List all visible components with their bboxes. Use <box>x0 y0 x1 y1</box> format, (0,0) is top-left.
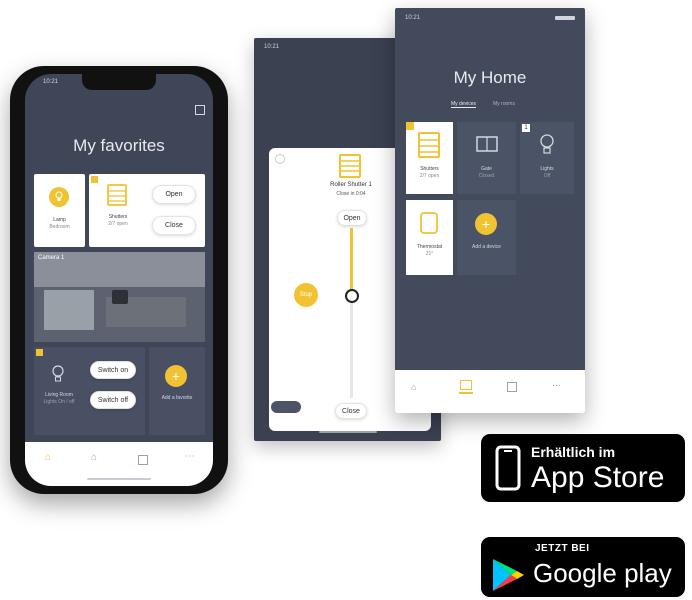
add-device-tile[interactable]: + Add a device <box>457 200 516 275</box>
open-button[interactable]: Open <box>337 210 367 226</box>
add-favorite-tile[interactable]: + Add a favorite <box>149 347 205 435</box>
tile-sub: Closed <box>478 173 495 179</box>
app-store-badge[interactable]: Erhältlich im App Store <box>481 434 685 502</box>
close-button[interactable]: Close <box>335 403 367 419</box>
device-name: Roller Shutter 1 <box>330 182 372 188</box>
camera-label: Camera 1 <box>38 255 65 261</box>
plus-icon: + <box>165 365 187 387</box>
tile-sub: Off <box>543 173 551 179</box>
camera-feed[interactable]: Camera 1 <box>34 252 205 342</box>
roller-shutter-icon <box>418 132 440 158</box>
device-tile-gate[interactable]: Gate Closed <box>457 122 516 194</box>
bottom-nav: ⌂ ⌂ ⋯ <box>25 442 213 486</box>
device-tile-lights[interactable]: 1 Lights Off <box>520 122 574 194</box>
device-tile-thermostat[interactable]: Thermostat 21° <box>406 200 453 275</box>
tile-label: Lamp <box>53 217 66 223</box>
tile-label: Thermostat <box>416 244 443 250</box>
switch-on-button[interactable]: Switch on <box>90 361 136 379</box>
favorite-marker <box>91 176 98 183</box>
tab-my-rooms[interactable]: My rooms <box>493 101 515 107</box>
status-time: 10:21 <box>405 15 421 21</box>
plus-icon: + <box>475 213 497 235</box>
open-button[interactable]: Open <box>152 185 196 204</box>
google-play-icon <box>493 559 524 591</box>
my-favorites-phone: 10:21 My favorites Lamp Bedroom Shutters… <box>10 66 228 494</box>
roller-shutter-icon <box>107 184 127 206</box>
thermostat-icon <box>420 212 438 234</box>
nav-devices-icon[interactable] <box>459 380 473 394</box>
light-bulb-icon <box>52 365 64 382</box>
tile-label: Living Room <box>45 392 73 398</box>
badge-line2: Google play <box>533 558 672 588</box>
favorite-tile-living-room[interactable]: Living Room Lights On / off Switch on Sw… <box>34 347 145 435</box>
google-play-badge[interactable]: JETZT BEI Google play <box>481 537 685 597</box>
nav-more-icon[interactable]: ⋯ <box>185 451 195 462</box>
phone-icon <box>495 445 521 491</box>
play-icon[interactable] <box>112 290 128 304</box>
phone-notch <box>82 74 156 90</box>
badge-line1: JETZT BEI <box>535 543 590 554</box>
badge-line1: Erhältlich im <box>531 444 616 460</box>
favorites-screen: 10:21 My favorites Lamp Bedroom Shutters… <box>25 74 213 486</box>
light-bulb-icon <box>540 134 554 154</box>
light-count-badge: 1 <box>522 124 530 132</box>
settings-icon[interactable] <box>275 154 285 164</box>
favorite-tile-shutters[interactable]: Shutters 2/7 open Open Close <box>89 174 205 247</box>
nav-scenes-icon[interactable] <box>138 455 148 465</box>
my-home-screen: 10:21 My Home My devices My rooms Shutte… <box>395 8 585 413</box>
roller-shutter-icon <box>339 154 361 178</box>
battery-icon <box>555 16 575 20</box>
tile-label: Shutters <box>108 214 128 220</box>
tile-label: Add a favorite <box>161 395 193 401</box>
position-slider-handle[interactable] <box>345 289 359 303</box>
tab-my-devices[interactable]: My devices <box>451 101 477 108</box>
edit-icon[interactable] <box>195 105 205 115</box>
bottom-nav: ⌂ ⋯ <box>395 370 585 413</box>
tile-sub: 2/7 open <box>419 173 440 179</box>
nav-home-icon[interactable]: ⌂ <box>411 382 416 392</box>
page-title: My Home <box>453 68 527 87</box>
home-indicator <box>319 431 377 433</box>
tile-sub: Bedroom <box>49 224 70 230</box>
stop-button[interactable]: Stop <box>294 283 318 307</box>
status-time: 10:21 <box>43 79 59 85</box>
gate-icon <box>476 136 498 152</box>
close-button[interactable]: Close <box>152 216 196 235</box>
switch-off-button[interactable]: Switch off <box>90 391 136 409</box>
tile-label: Lights <box>540 166 554 172</box>
favorite-marker <box>406 122 414 130</box>
back-chip[interactable] <box>271 401 301 413</box>
tile-label: Gate <box>481 166 492 172</box>
favorite-marker <box>36 349 43 356</box>
home-indicator <box>87 478 151 480</box>
nav-more-icon[interactable]: ⋯ <box>552 380 561 391</box>
nav-home-icon[interactable]: ⌂ <box>91 452 97 463</box>
favorite-tile-lamp[interactable]: Lamp Bedroom <box>34 174 85 247</box>
page-title: My favorites <box>73 136 165 155</box>
lamp-toggle[interactable] <box>49 187 69 207</box>
tile-label: Add a device <box>472 244 501 250</box>
status-time: 10:21 <box>264 44 280 50</box>
nav-favorites-icon[interactable]: ⌂ <box>45 452 51 463</box>
position-fill <box>350 228 353 290</box>
tile-sub: 2/7 open <box>108 221 128 227</box>
tile-sub: Lights On / off <box>43 399 75 405</box>
device-status: Close in 0:04 <box>336 191 366 197</box>
device-tile-shutters[interactable]: Shutters 2/7 open <box>406 122 453 194</box>
light-bulb-icon <box>55 191 63 201</box>
tile-sub: 21° <box>425 251 434 257</box>
tile-label: Shutters <box>420 166 439 172</box>
badge-line2: App Store <box>531 461 665 494</box>
camera-window <box>44 290 94 330</box>
nav-scenes-icon[interactable] <box>507 382 517 392</box>
